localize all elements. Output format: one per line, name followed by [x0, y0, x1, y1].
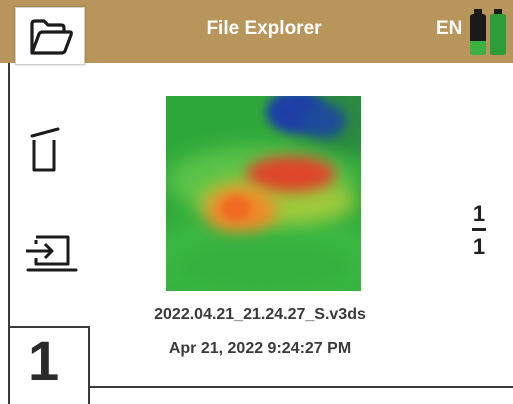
channel-box[interactable]: 1 — [8, 326, 90, 404]
language-indicator[interactable]: EN — [436, 18, 462, 40]
export-button[interactable] — [22, 228, 78, 280]
folder-button[interactable] — [15, 7, 85, 65]
battery-2-icon — [490, 9, 506, 55]
page-total: 1 — [472, 234, 486, 259]
export-icon — [26, 235, 78, 272]
page-divider — [472, 228, 486, 231]
delete-button[interactable] — [22, 120, 74, 172]
trash-icon — [30, 127, 60, 172]
page-counter: 1 1 — [464, 202, 494, 259]
file-name: 2022.04.21_21.24.27_S.v3ds — [154, 306, 366, 323]
scan-thumbnail[interactable] — [166, 96, 361, 291]
folder-open-icon — [30, 19, 73, 55]
bottom-divider — [90, 386, 513, 388]
file-explorer-screen: File Explorer EN 2022.04.21_21.24.27_S.v… — [0, 0, 513, 404]
header-title: File Explorer — [206, 18, 322, 39]
channel-number: 1 — [28, 329, 60, 392]
page-current: 1 — [472, 201, 486, 226]
file-date: Apr 21, 2022 9:24:27 PM — [168, 340, 352, 357]
battery-1-icon — [470, 9, 486, 55]
